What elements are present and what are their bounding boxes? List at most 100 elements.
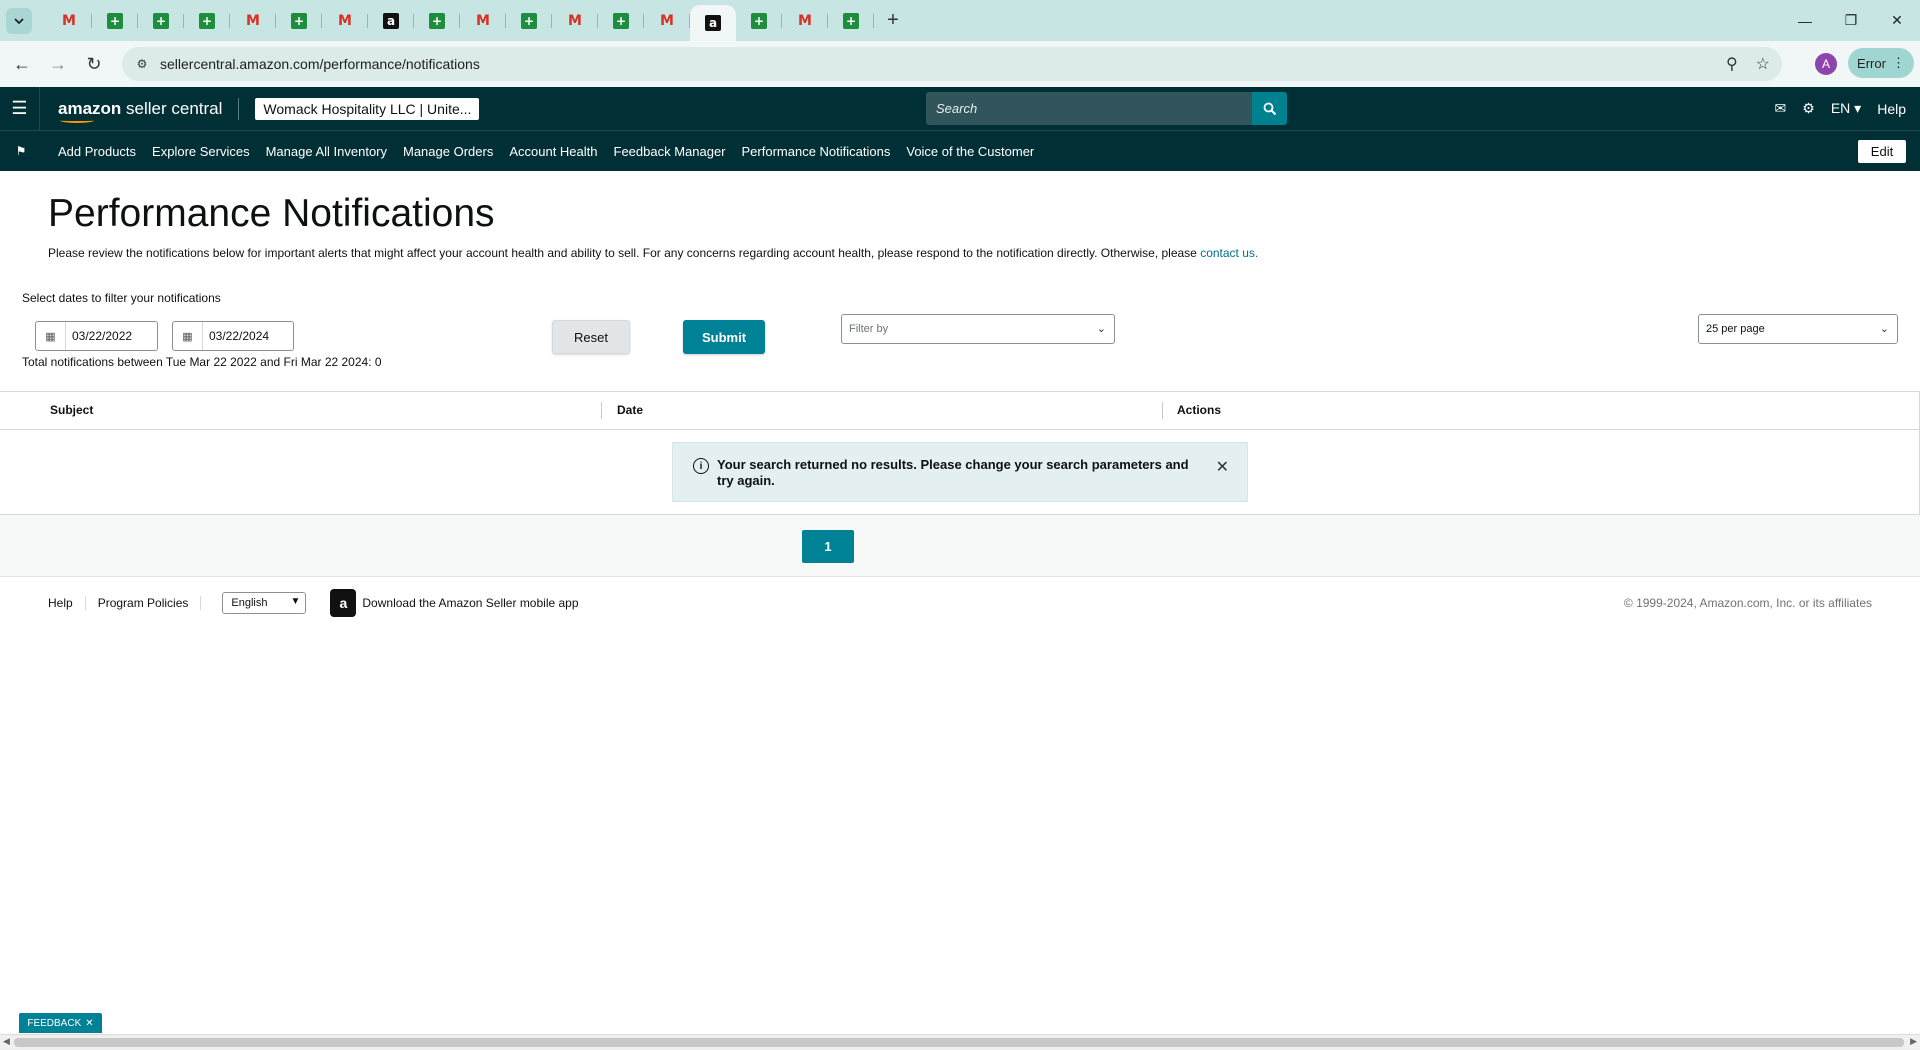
address-bar[interactable]: ⚙ sellercentral.amazon.com/performance/n… [122,47,1782,81]
submit-button[interactable]: Submit [683,320,765,354]
zoom-icon[interactable]: ⚲ [1726,54,1738,74]
footer-language-value: English [231,597,268,609]
browser-tab[interactable]: M [230,0,276,41]
seller-central-logo[interactable]: amazon seller central [58,99,222,123]
bookmarks-nav: ⚑ Add Products Explore Services Manage All… [0,130,1920,171]
tab-search-button[interactable] [6,7,32,34]
help-link[interactable]: Help [1877,101,1906,117]
header-divider [238,97,240,120]
language-selector[interactable]: EN ▾ [1831,100,1861,117]
alert-message: Your search returned no results. Please … [717,457,1189,488]
search-button[interactable] [1252,92,1287,125]
close-window-button[interactable]: ✕ [1874,0,1920,41]
start-date-field[interactable]: ▦ 03/22/2022 [35,321,158,351]
browser-tab[interactable]: M [460,0,506,41]
window-controls: — ❐ ✕ [1782,0,1920,41]
nav-item-explore-services[interactable]: Explore Services [152,144,250,159]
close-icon[interactable]: ✕ [1216,457,1229,477]
account-switcher[interactable]: Womack Hospitality LLC | Unite... [255,97,480,120]
restore-button[interactable]: ❐ [1828,0,1874,41]
nav-item-performance-notifications[interactable]: Performance Notifications [742,144,891,159]
download-app-link[interactable]: Download the Amazon Seller mobile app [362,596,578,610]
gmail-icon: M [246,12,260,29]
menu-icon[interactable]: ☰ [0,87,40,130]
per-page-select[interactable]: 25 per page ⌄ [1698,314,1898,344]
per-page-value: 25 per page [1706,323,1765,335]
reset-button[interactable]: Reset [552,320,630,354]
nav-item-add-products[interactable]: Add Products [58,144,136,159]
gmail-icon: M [660,12,674,29]
browser-tab[interactable]: a [368,0,414,41]
reload-button[interactable]: ↻ [76,46,112,82]
bookmark-star-icon[interactable]: ☆ [1756,54,1770,74]
no-results-alert: i Your search returned no results. Pleas… [672,442,1248,502]
browser-tab[interactable]: M [322,0,368,41]
browser-tab-bar: M + + + M + Ma + M + M + Ma + M + + — ❐ ✕ [0,0,1920,41]
edit-nav-button[interactable]: Edit [1858,140,1906,163]
browser-tab[interactable]: M [644,0,690,41]
gmail-icon: M [338,12,352,29]
filter-by-select[interactable]: Filter by ⌄ [841,314,1115,344]
footer-help-link[interactable]: Help [36,596,86,610]
browser-error-button[interactable]: Error ⋮ [1848,48,1914,78]
back-button[interactable]: ← [4,46,40,82]
footer-language-select[interactable]: English ▼ [222,592,307,614]
browser-tab[interactable]: + [184,0,230,41]
info-icon: i [693,458,709,474]
search-input[interactable]: Search [926,92,1252,125]
chevron-down-icon: ⌄ [1096,323,1106,335]
nav-item-manage-all-inventory[interactable]: Manage All Inventory [266,144,387,159]
browser-tab[interactable]: + [276,0,322,41]
contact-us-link[interactable]: contact us. [1200,246,1258,260]
column-divider [1162,402,1163,419]
browser-tab[interactable]: + [828,0,874,41]
column-header-date[interactable]: Date [617,403,643,417]
new-tab-button[interactable]: + [878,6,908,36]
scroll-left-icon[interactable]: ◀ [3,1036,10,1047]
close-icon[interactable]: ✕ [85,1018,93,1029]
scrollbar-thumb[interactable] [14,1038,1904,1047]
gear-icon[interactable]: ⚙ [1802,100,1815,117]
minimize-button[interactable]: — [1782,0,1828,41]
start-date-value: 03/22/2022 [72,329,133,343]
footer-program-policies-link[interactable]: Program Policies [86,596,202,610]
nav-item-account-health[interactable]: Account Health [509,144,597,159]
browser-tab[interactable]: M [782,0,828,41]
browser-tab[interactable]: + [506,0,552,41]
mail-icon[interactable]: ✉ [1775,100,1787,117]
column-header-subject[interactable]: Subject [50,403,93,417]
nav-item-voice-of-the-customer[interactable]: Voice of the Customer [906,144,1034,159]
nav-item-manage-orders[interactable]: Manage Orders [403,144,493,159]
url-text: sellercentral.amazon.com/performance/not… [160,56,480,72]
page-button-current[interactable]: 1 [802,530,854,563]
nav-links: Add Products Explore Services Manage All I… [58,144,1034,159]
page-title: Performance Notifications [48,192,495,235]
gmail-icon: M [568,12,582,29]
chevron-down-icon [14,17,24,24]
amazon-icon: a [705,15,721,31]
profile-avatar[interactable]: A [1815,53,1837,75]
browser-tab[interactable]: + [92,0,138,41]
site-info-icon[interactable]: ⚙ [128,50,156,78]
intro-body: Please review the notifications below fo… [48,246,1201,260]
feedback-tab[interactable]: FEEDBACK ✕ [19,1013,102,1033]
scroll-right-icon[interactable]: ▶ [1910,1036,1917,1047]
browser-tab[interactable]: + [736,0,782,41]
sheets-icon: + [429,12,445,29]
browser-tabs: M + + + M + Ma + M + M + Ma + M + [46,0,874,41]
browser-tab[interactable]: + [138,0,184,41]
end-date-field[interactable]: ▦ 03/22/2024 [172,321,294,351]
horizontal-scrollbar[interactable]: ◀ ▶ [0,1034,1920,1050]
forward-button[interactable]: → [40,46,76,82]
amazon-app-icon[interactable]: a [330,589,357,617]
browser-tab[interactable]: a [690,5,736,41]
sheets-icon: + [843,12,859,29]
browser-tab[interactable]: + [414,0,460,41]
browser-tab[interactable]: + [598,0,644,41]
browser-tab[interactable]: M [552,0,598,41]
bookmark-icon[interactable]: ⚑ [0,144,42,158]
sheets-icon: + [521,12,537,29]
nav-item-feedback-manager[interactable]: Feedback Manager [614,144,726,159]
gmail-icon: M [62,12,76,29]
browser-tab[interactable]: M [46,0,92,41]
